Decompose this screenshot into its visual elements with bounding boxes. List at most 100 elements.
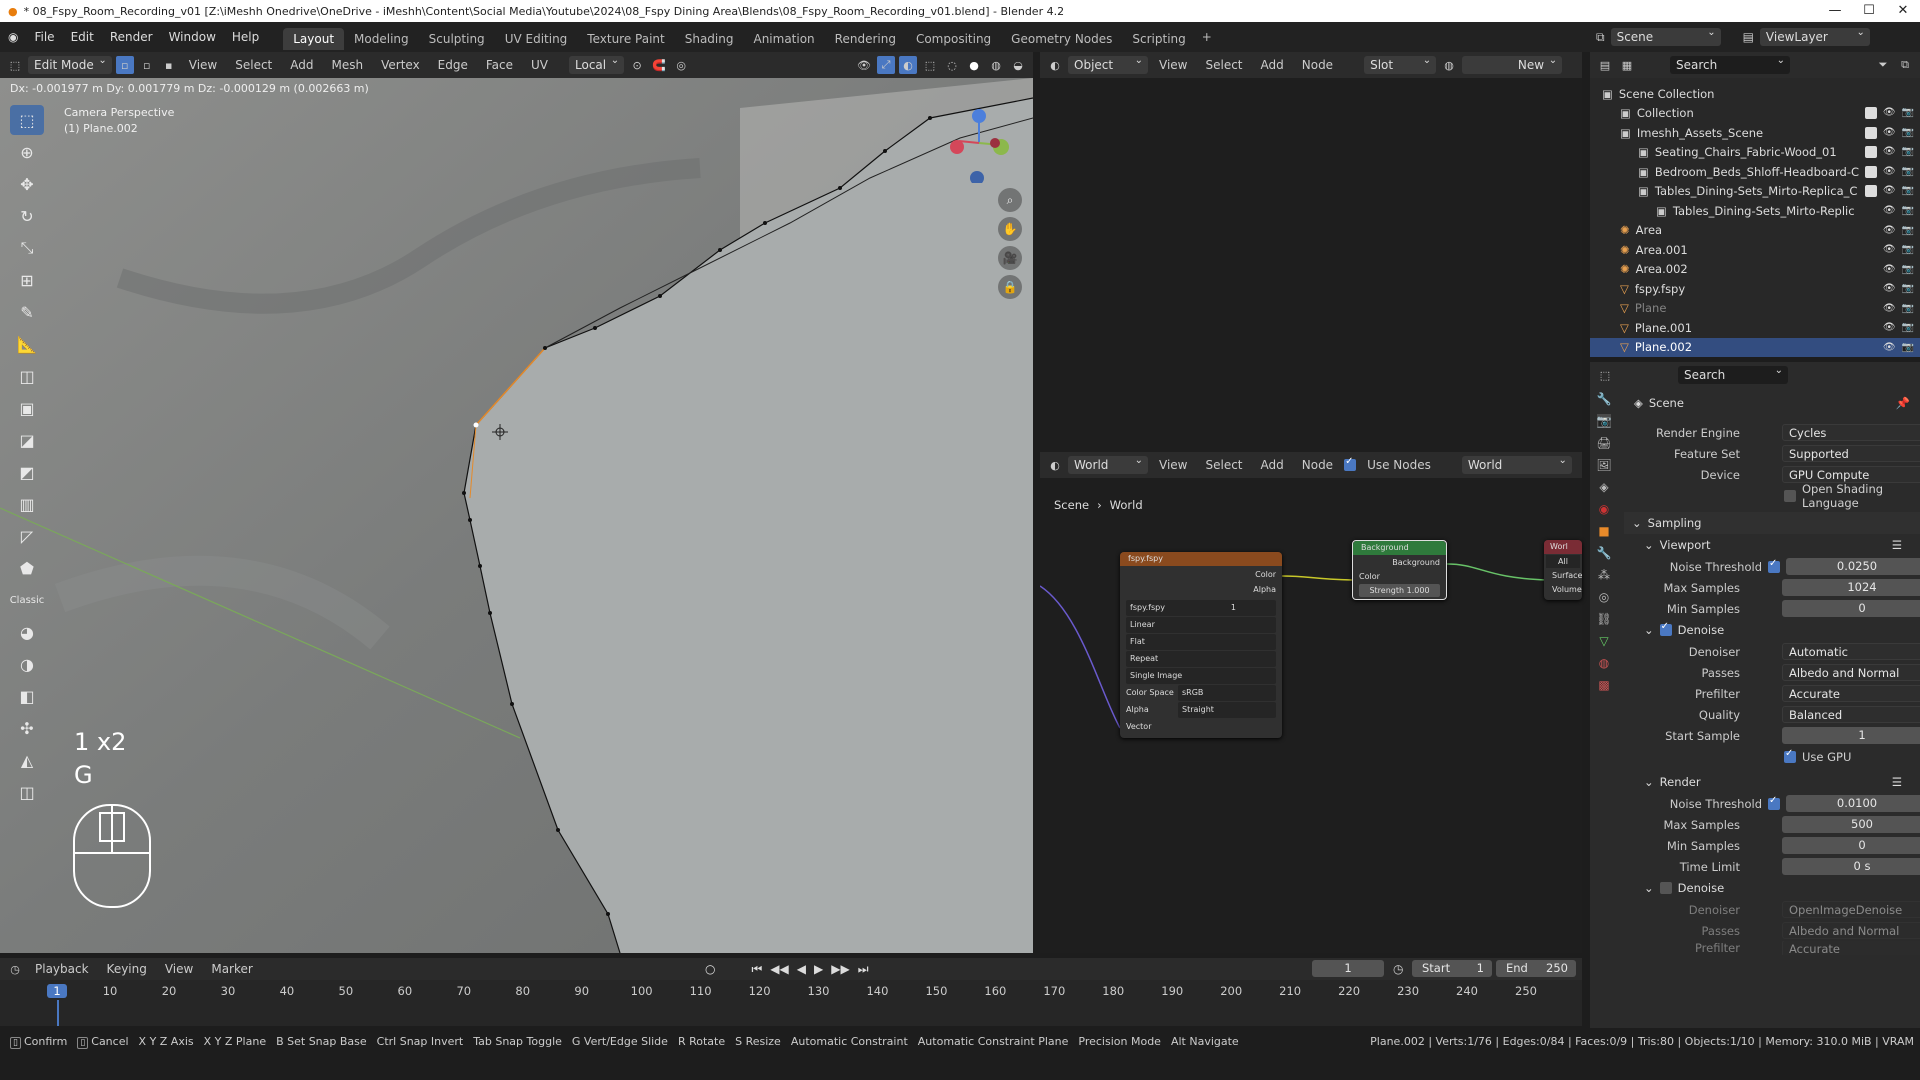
viewport-menu-uv[interactable]: UV [524,58,555,72]
shading-solid-icon[interactable]: ● [965,56,983,74]
eye-icon[interactable]: 👁 [1883,322,1896,333]
inset-tool-icon[interactable]: ◪ [10,425,44,455]
eye-icon[interactable]: 👁 [1883,166,1896,178]
shader-top-menu-view[interactable]: View [1152,58,1194,72]
current-frame-field[interactable]: 1 [1312,960,1384,977]
menu-window[interactable]: Window [161,22,224,52]
new-collection-icon[interactable]: ⧉ [1896,56,1914,74]
timeline-menu-view[interactable]: View [158,962,200,976]
pan-hand-icon[interactable]: ✋ [998,217,1022,241]
editor-type-icon[interactable]: ◷ [6,960,24,978]
new-material-button[interactable]: New [1462,55,1563,74]
outliner-row[interactable]: ▽ Plane 👁 📷 [1590,299,1920,319]
world-tab-icon[interactable]: ◉ [1599,502,1609,516]
eye-icon[interactable]: 👁 [1883,185,1896,197]
scene-tab-icon[interactable]: ◈ [1599,480,1608,494]
annotate-tool-icon[interactable]: ✎ [10,297,44,327]
gizmo-toggle-icon[interactable]: ⤢ [877,56,895,74]
shading-material-icon[interactable]: ◍ [987,56,1005,74]
r-max-field[interactable]: 500 [1782,816,1920,833]
viewport-menu-add[interactable]: Add [283,58,320,72]
shading-wire-icon[interactable]: ◌ [943,56,961,74]
vp-denoiser-dropdown[interactable]: Automatic [1782,643,1920,660]
shading-rendered-icon[interactable]: ◒ [1009,56,1027,74]
render-tab-icon[interactable]: 📷 [1596,414,1612,428]
r-noise-field[interactable]: 0.0100 [1786,795,1920,812]
rotate-tool-icon[interactable]: ↻ [10,201,44,231]
sampling-panel-header[interactable]: ⌄ Sampling [1624,512,1920,534]
modifier-tab-icon[interactable]: 🔧 [1597,546,1612,560]
viewport-menu-view[interactable]: View [182,58,224,72]
extension-dropdown[interactable]: Repeat [1126,651,1276,667]
shader-editor-object[interactable]: ◐ Object View Select Add Node Slot ◍ New [1040,52,1582,452]
zoom-icon[interactable]: ⌕ [998,188,1022,212]
timeline[interactable]: ◷ Playback Keying View Marker ○ ⏮ ◀◀ ◀ ▶… [0,958,1582,1026]
start-frame-field[interactable]: Start 1 [1412,960,1492,977]
strength-field[interactable]: Strength 1.000 [1359,584,1440,597]
jump-start-icon[interactable]: ⏮ [751,962,762,977]
r-passes-dropdown[interactable]: Albedo and Normal [1782,922,1920,939]
device-dropdown[interactable]: GPU Compute [1782,466,1920,483]
snap-icon[interactable]: 🧲 [650,56,668,74]
stopwatch-icon[interactable]: ◷ [1393,962,1403,976]
mode-selector[interactable]: Edit Mode [28,55,112,74]
list-icon[interactable]: ☰ [1892,538,1902,552]
vp-passes-dropdown[interactable]: Albedo and Normal [1782,664,1920,681]
scene-selector[interactable]: Scene [1610,27,1721,46]
r-denoiser-dropdown[interactable]: OpenImageDenoise [1782,901,1920,918]
shader-editor-world[interactable]: ◐ World View Select Add Node Use Nodes W… [1040,452,1582,953]
image-texture-node[interactable]: fspy.fspy Color Alpha fspy.fspy 1 Linear … [1120,552,1282,738]
r-denoise-checkbox[interactable] [1659,882,1672,894]
vp-max-field[interactable]: 1024 [1782,579,1920,596]
vp-noise-field[interactable]: 0.0250 [1786,558,1920,575]
particles-tab-icon[interactable]: ⁂ [1598,568,1610,582]
constraints-tab-icon[interactable]: ⛓ [1596,612,1611,626]
interpolation-dropdown[interactable]: Linear [1126,617,1276,633]
eye-icon[interactable]: 👁 [1883,264,1896,275]
texture-tab-icon[interactable]: ▩ [1598,678,1609,692]
tab-uv-editing[interactable]: UV Editing [495,28,578,50]
poly-build-tool-icon[interactable]: ⬟ [10,553,44,583]
camera-icon[interactable]: 📷 [1902,225,1914,236]
blender-menu-icon[interactable]: ◉ [0,30,26,44]
eye-icon[interactable]: 👁 [1883,146,1896,158]
outliner-row[interactable]: ✺ Area.002 👁 📷 [1590,260,1920,280]
viewport-subpanel-header[interactable]: ⌄ Viewport ☰ [1624,534,1920,556]
bevel-tool-icon[interactable]: ◩ [10,457,44,487]
menu-help[interactable]: Help [224,22,267,52]
display-mode-icon[interactable]: ▦ [1618,56,1636,74]
outliner[interactable]: ▤ ▦ Search ⏷ ⧉ ▣ Scene Collection ▣ Collect… [1590,52,1920,357]
lock-icon[interactable]: 🔒 [998,275,1022,299]
use-gpu-checkbox[interactable] [1784,748,1796,763]
camera-icon[interactable]: 📷 [1902,322,1914,333]
rip-tool-icon[interactable]: ◭ [10,745,44,775]
eye-icon[interactable]: 👁 [1883,127,1896,139]
outliner-row[interactable]: ▣ Bedroom_Beds_Shloff-Headboard-C 👁 📷 [1590,162,1920,182]
camera-view-icon[interactable]: 🎥 [998,246,1022,270]
menu-render[interactable]: Render [102,22,161,52]
camera-icon[interactable]: 📷 [1902,342,1914,353]
render-engine-dropdown[interactable]: Cycles [1782,424,1920,441]
prev-key-icon[interactable]: ◀◀ [770,962,788,977]
xray-icon[interactable]: ⬚ [921,56,939,74]
shader-type-selector[interactable]: Object [1068,55,1148,74]
osl-checkbox[interactable] [1784,489,1796,502]
add-cube-tool-icon[interactable]: ◫ [10,361,44,391]
tab-layout[interactable]: Layout [283,28,345,50]
eye-icon[interactable]: 👁 [1883,205,1896,216]
object-tab-icon[interactable]: ■ [1598,524,1609,538]
edge-select-icon[interactable]: ▫ [138,56,156,74]
move-tool-icon[interactable]: ✥ [10,169,44,199]
outliner-row[interactable]: ▽ fspy.fspy 👁 📷 [1590,279,1920,299]
r-denoise-header[interactable]: ⌄ Denoise [1624,877,1920,899]
vp-start-field[interactable]: 1 [1782,727,1920,744]
outliner-row[interactable]: ▣ Imeshh_Assets_Scene 👁 📷 [1590,123,1920,143]
spin-tool-label[interactable]: Classic [10,585,45,615]
vp-denoise-checkbox[interactable] [1659,621,1672,636]
outliner-row[interactable]: ▽ Plane.001 👁 📷 [1590,318,1920,338]
background-node[interactable]: Background Background Color Strength 1.0… [1352,540,1447,600]
camera-icon[interactable]: 📷 [1902,185,1914,197]
shader-top-menu-add[interactable]: Add [1254,58,1291,72]
material-browse-icon[interactable]: ◍ [1440,56,1458,74]
pin-icon[interactable]: 📌 [1896,396,1910,410]
